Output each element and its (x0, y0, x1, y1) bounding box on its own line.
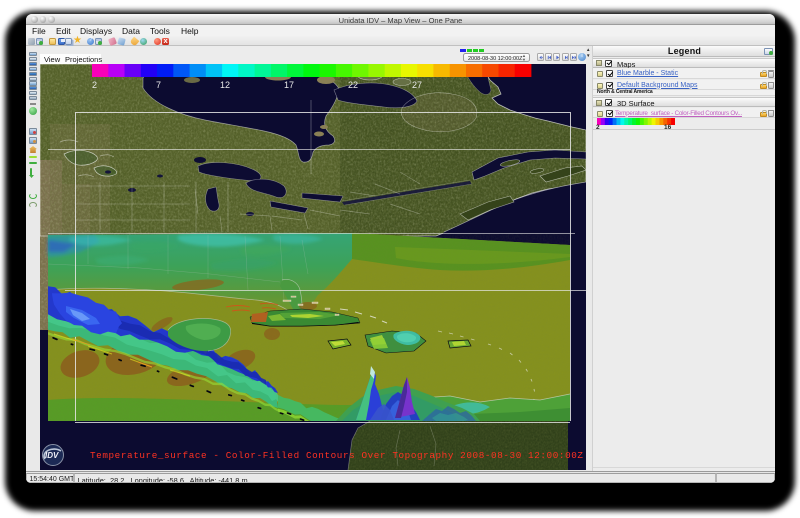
svg-text:12: 12 (220, 80, 230, 90)
svg-text:Temperature_surface - Color-Fi: Temperature_surface - Color-Filled Conto… (90, 450, 583, 461)
svg-text:7: 7 (156, 80, 161, 90)
svg-text:22: 22 (348, 80, 358, 90)
svg-text:IDV: IDV (45, 451, 59, 460)
svg-text:17: 17 (284, 80, 294, 90)
svg-text:27: 27 (412, 80, 422, 90)
svg-text:2: 2 (92, 80, 97, 90)
